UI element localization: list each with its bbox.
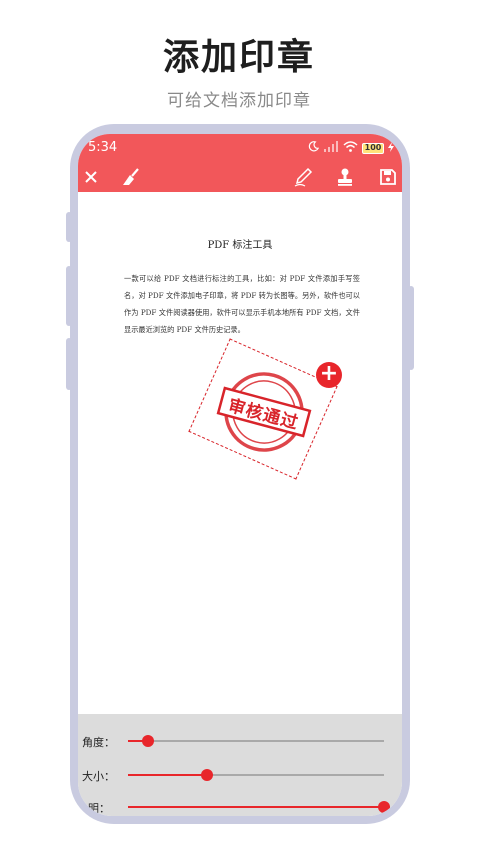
size-slider[interactable] — [128, 769, 384, 781]
broom-icon[interactable] — [120, 166, 142, 188]
size-slider-thumb[interactable] — [201, 769, 214, 781]
battery-icon: 100 — [362, 142, 384, 154]
stamp-icon[interactable] — [334, 166, 356, 188]
phone-screen: 5:34 100 PDF 标注工具 一款可以给 PDF 文档进行标注的工具，比如… — [78, 134, 402, 816]
angle-slider-thumb[interactable] — [142, 735, 155, 747]
pdf-page[interactable]: PDF 标注工具 一款可以给 PDF 文档进行标注的工具，比如：对 PDF 文件… — [78, 192, 402, 714]
app-bar: 5:34 100 — [78, 134, 402, 192]
hero-title: 添加印章 — [162, 37, 315, 78]
pen-icon[interactable] — [292, 166, 314, 188]
signal-icon — [323, 141, 339, 155]
charging-icon — [388, 141, 394, 155]
opacity-label: 明： — [88, 802, 110, 815]
size-label: 大小： — [82, 770, 115, 783]
status-icons: 100 — [308, 140, 394, 156]
close-icon[interactable] — [80, 166, 102, 188]
document-body: 一款可以给 PDF 文档进行标注的工具，比如：对 PDF 文件添加手写签名，对 … — [124, 274, 360, 334]
stamp-controls-panel: 角度： 大小： 明： — [78, 714, 402, 816]
status-time: 5:34 — [88, 140, 118, 155]
document-title: PDF 标注工具 — [207, 240, 273, 251]
moon-icon — [308, 141, 320, 155]
opacity-slider-thumb[interactable] — [378, 801, 390, 813]
opacity-slider[interactable] — [128, 801, 390, 813]
save-icon[interactable] — [377, 166, 399, 188]
stamp-add-button[interactable]: + — [316, 362, 342, 388]
stamp-object[interactable]: 审核通过 + — [186, 338, 346, 482]
angle-slider[interactable] — [128, 735, 384, 747]
wifi-icon — [343, 141, 358, 155]
angle-label: 角度： — [82, 736, 115, 749]
hero-subtitle: 可给文档添加印章 — [167, 91, 311, 111]
size-slider-fill — [128, 774, 208, 776]
opacity-slider-fill — [128, 806, 384, 808]
